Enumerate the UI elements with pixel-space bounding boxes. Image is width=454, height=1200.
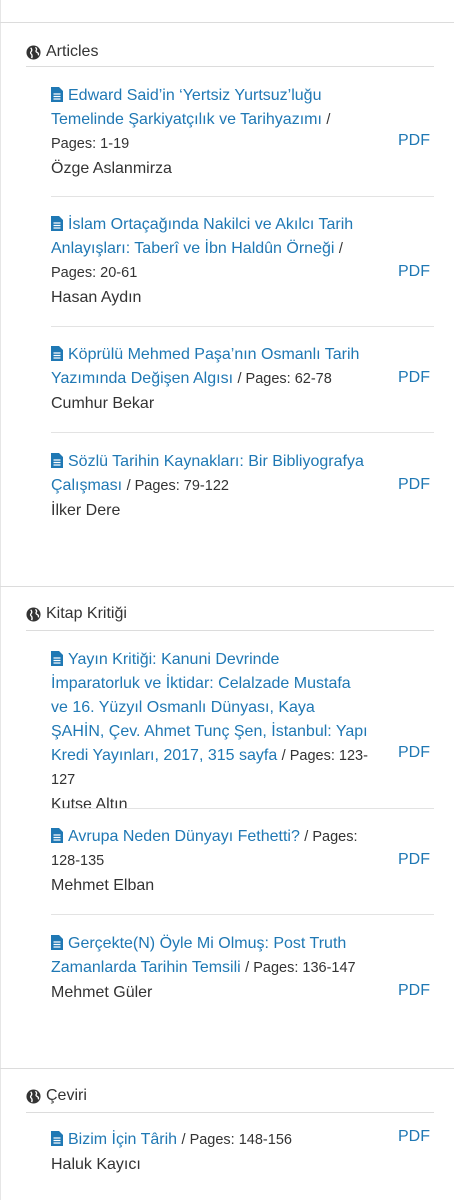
globe-icon (26, 606, 41, 622)
pdf-link[interactable]: PDF (398, 744, 430, 762)
list-item: Yayın Kritiği: Kanuni Devrinde İmparator… (51, 648, 434, 817)
file-text-icon (51, 87, 63, 102)
section-rule (26, 1112, 434, 1113)
article-title-link[interactable]: Avrupa Neden Dünyayı Fethetti? (51, 828, 300, 845)
section-title-articles: Articles (26, 43, 98, 61)
globe-icon (26, 1088, 41, 1104)
list-item: İslam Ortaçağında Nakilci ve Akılcı Tari… (51, 213, 434, 310)
item-separator (51, 914, 434, 915)
item-separator (51, 196, 434, 197)
pages-label: / Pages: 62-78 (237, 371, 332, 387)
article-title-link[interactable]: İslam Ortaçağında Nakilci ve Akılcı Tari… (51, 216, 353, 257)
pdf-link[interactable]: PDF (398, 369, 430, 387)
item-separator (51, 808, 434, 809)
list-item: Bizim İçin Târih / Pages: 148-156 Haluk … (51, 1128, 434, 1177)
section-rule (26, 630, 434, 631)
file-text-icon (51, 828, 63, 843)
pdf-link[interactable]: PDF (398, 476, 430, 494)
pdf-link[interactable]: PDF (398, 263, 430, 281)
pages-label: / Pages: 136-147 (245, 960, 356, 976)
author-name: Özge Aslanmirza (51, 160, 172, 177)
file-text-icon (51, 1131, 63, 1146)
item-separator (51, 432, 434, 433)
section-title-ceviri: Çeviri (26, 1087, 87, 1105)
file-text-icon (51, 453, 63, 468)
file-text-icon (51, 216, 63, 231)
list-item: Sözlü Tarihin Kaynakları: Bir Bibliyogra… (51, 450, 434, 523)
article-title-link[interactable]: Edward Said’in ‘Yertsiz Yurtsuz’luğu Tem… (51, 87, 322, 128)
list-item: Gerçekte(N) Öyle Mi Olmuş: Post Truth Za… (51, 932, 434, 1005)
file-text-icon (51, 935, 63, 950)
author-name: Mehmet Güler (51, 984, 153, 1001)
section-separator (0, 586, 454, 587)
pdf-link[interactable]: PDF (398, 1128, 430, 1146)
author-name: Cumhur Bekar (51, 395, 155, 412)
list-item: Köprülü Mehmed Paşa’nın Osmanlı Tarih Ya… (51, 343, 434, 416)
list-item: Avrupa Neden Dünyayı Fethetti? / Pages: … (51, 825, 434, 898)
section-rule (26, 66, 434, 67)
globe-icon (26, 44, 41, 60)
top-separator (0, 22, 454, 23)
section-title-kitap-kritigi: Kitap Kritiği (26, 605, 127, 623)
pdf-link[interactable]: PDF (398, 982, 430, 1000)
item-separator (51, 326, 434, 327)
pages-label: / Pages: 148-156 (181, 1132, 292, 1148)
pdf-link[interactable]: PDF (398, 851, 430, 869)
pages-label: / Pages: 79-122 (126, 478, 229, 494)
author-name: Kutse Altın (51, 796, 128, 813)
article-title-link[interactable]: Bizim İçin Târih (51, 1131, 177, 1148)
pdf-link[interactable]: PDF (398, 132, 430, 150)
author-name: Mehmet Elban (51, 877, 155, 894)
file-text-icon (51, 346, 63, 361)
author-name: Hasan Aydın (51, 289, 142, 306)
file-text-icon (51, 651, 63, 666)
author-name: İlker Dere (51, 502, 121, 519)
author-name: Haluk Kayıcı (51, 1156, 141, 1173)
list-item: Edward Said’in ‘Yertsiz Yurtsuz’luğu Tem… (51, 84, 434, 181)
section-separator (0, 1068, 454, 1069)
